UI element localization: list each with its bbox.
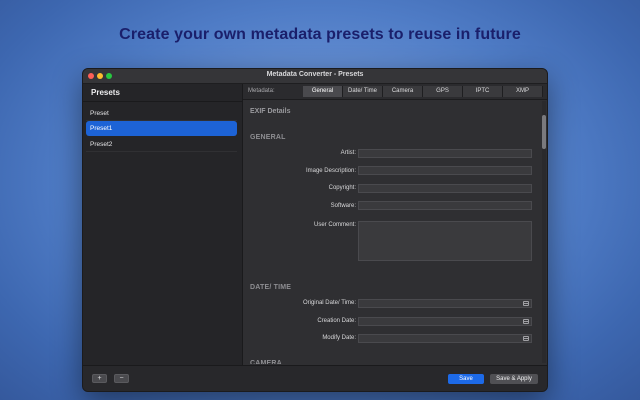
date-time-section-title: DATE/ TIME [250, 284, 292, 291]
modify-date-field[interactable] [358, 334, 532, 343]
title-bar[interactable]: Metadata Converter - Presets [83, 69, 547, 84]
user-comment-label: User Comment: [313, 222, 356, 228]
artist-label: Artist: [340, 150, 356, 156]
calendar-icon[interactable] [523, 336, 529, 341]
original-date-time-field[interactable] [358, 299, 532, 308]
metadata-label: Metadata: [248, 88, 275, 94]
sidebar-header: Presets [83, 84, 242, 102]
tab-camera[interactable]: Camera [383, 86, 423, 97]
tab-general[interactable]: General [303, 86, 343, 97]
software-field[interactable] [358, 201, 532, 210]
image-description-field[interactable] [358, 166, 532, 175]
preset-item[interactable]: Preset2 [86, 137, 237, 152]
copyright-label: Copyright: [328, 185, 356, 191]
copyright-field[interactable] [358, 184, 532, 193]
original-date-time-label: Original Date/ Time: [302, 300, 356, 306]
user-comment-field[interactable] [358, 221, 532, 261]
camera-section-title: CAMERA [250, 360, 282, 364]
preset-item[interactable]: Preset [86, 106, 237, 121]
sidebar-title: Presets [91, 88, 120, 97]
save-button[interactable]: Save [448, 374, 484, 384]
creation-date-field[interactable] [358, 317, 532, 326]
exif-details-heading: EXIF Details [250, 108, 291, 115]
remove-preset-button[interactable]: − [114, 374, 129, 383]
calendar-icon[interactable] [523, 319, 529, 324]
tab-date-time[interactable]: Date/ Time [343, 86, 383, 97]
scrollbar-thumb[interactable] [542, 115, 546, 149]
window-title: Metadata Converter - Presets [266, 71, 364, 78]
preset-item-selected[interactable]: Preset1 [86, 121, 237, 136]
window-footer: + − Save Save & Apply [83, 365, 547, 391]
general-section-title: GENERAL [250, 134, 286, 141]
modify-date-label: Modify Date: [322, 335, 356, 341]
tab-iptc[interactable]: IPTC [463, 86, 503, 97]
save-and-apply-button[interactable]: Save & Apply [490, 374, 538, 384]
artist-field[interactable] [358, 149, 532, 158]
calendar-icon[interactable] [523, 301, 529, 306]
vertical-scrollbar[interactable] [542, 101, 546, 363]
tab-gps[interactable]: GPS [423, 86, 463, 97]
image-description-label: Image Description: [305, 168, 356, 174]
preset-editor: Metadata: General Date/ Time Camera GPS … [243, 84, 547, 365]
presets-sidebar: Presets Preset Preset1 Preset2 [83, 84, 243, 365]
software-label: Software: [330, 203, 356, 209]
add-preset-button[interactable]: + [92, 374, 107, 383]
creation-date-label: Creation Date: [317, 318, 356, 324]
tab-xmp[interactable]: XMP [503, 86, 543, 97]
promo-headline: Create your own metadata presets to reus… [119, 26, 521, 43]
metadata-tab-bar: Metadata: General Date/ Time Camera GPS … [243, 84, 547, 100]
presets-window: Metadata Converter - Presets Presets Pre… [82, 68, 548, 392]
